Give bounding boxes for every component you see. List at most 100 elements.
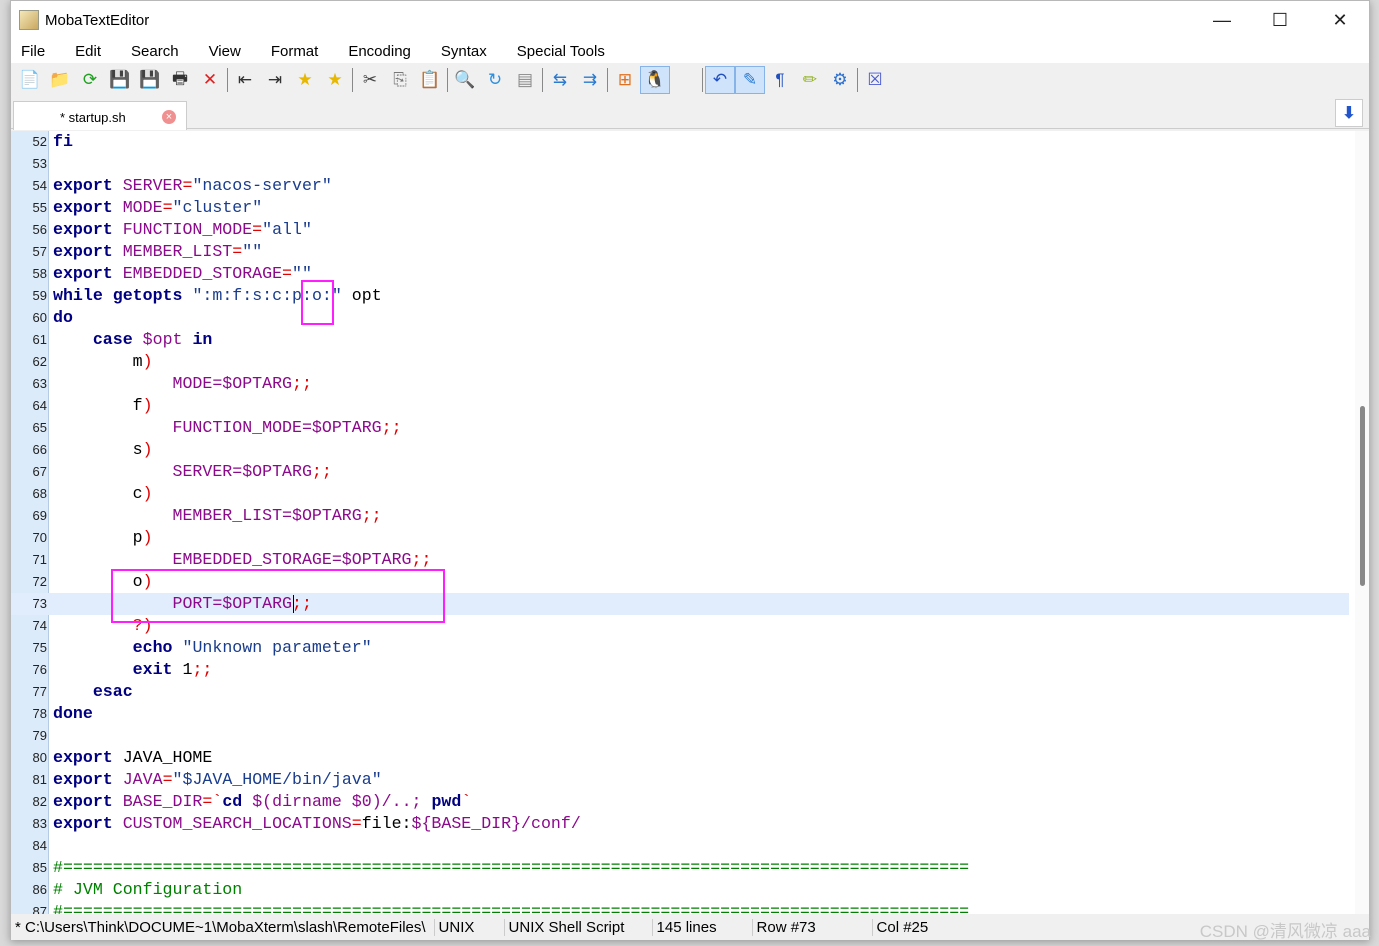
mac-format-icon[interactable] [670, 66, 700, 94]
menu-syntax[interactable]: Syntax [431, 43, 487, 60]
settings-icon[interactable]: ⚙ [825, 66, 855, 94]
menu-file[interactable]: File [11, 43, 45, 60]
code-token: getopts [112, 286, 183, 305]
menu-special-tools[interactable]: Special Tools [507, 43, 605, 60]
code-line: 59 while getopts ":m:f:s:c:p:o:" opt [11, 285, 1349, 307]
toolbar-separator [702, 68, 703, 92]
code-token: MODE [122, 198, 163, 217]
code-token: SERVER=$OPTARG [172, 462, 312, 481]
new-file-icon[interactable]: 📄 [15, 66, 45, 94]
windows-format-icon[interactable]: ⊞ [610, 66, 640, 94]
indent-icon[interactable]: ⇥ [260, 66, 290, 94]
line-number: 70 [32, 530, 47, 545]
minimize-button[interactable]: — [1193, 5, 1251, 35]
code-token: opt [341, 286, 382, 305]
merge-icon[interactable]: ⇉ [575, 66, 605, 94]
maximize-button[interactable]: ☐ [1251, 5, 1309, 35]
code-token: = [182, 176, 193, 195]
code-line: 81 export JAVA="$JAVA_HOME/bin/java" [11, 769, 1349, 791]
close-icon[interactable]: ✕ [195, 66, 225, 94]
save-icon[interactable]: 💾 [105, 66, 135, 94]
code-line: 69 MEMBER_LIST=$OPTARG;; [11, 505, 1349, 527]
code-token: MODE=$OPTARG [172, 374, 293, 393]
code-token: = [162, 770, 173, 789]
line-number: 62 [32, 354, 47, 369]
vertical-scrollbar[interactable] [1355, 131, 1369, 914]
code-line: 66 s) [11, 439, 1349, 461]
code-line: 63 MODE=$OPTARG;; [11, 373, 1349, 395]
undo-icon[interactable]: ↶ [705, 66, 735, 94]
toolbar-separator [352, 68, 353, 92]
line-number: 71 [32, 552, 47, 567]
highlight-icon[interactable]: ✏ [795, 66, 825, 94]
code-token: "nacos-server" [192, 176, 332, 195]
code-token: FUNCTION_MODE=$OPTARG [172, 418, 382, 437]
open-icon[interactable]: 📁 [45, 66, 75, 94]
status-bar: * C:\Users\Think\DOCUME~1\MobaXterm\slas… [11, 914, 1369, 940]
line-number: 69 [32, 508, 47, 523]
unix-format-icon[interactable]: 🐧 [640, 66, 670, 94]
code-editor[interactable]: 52 fi 53 54 export SERVER="nacos-server" 55 ex… [11, 131, 1369, 914]
code-token: export [53, 176, 113, 195]
code-token: = [232, 242, 243, 261]
menu-encoding[interactable]: Encoding [338, 43, 411, 60]
refresh-icon[interactable]: ⟳ [75, 66, 105, 94]
menu-view[interactable]: View [199, 43, 241, 60]
tab-close-icon[interactable]: × [162, 110, 176, 124]
menu-search[interactable]: Search [121, 43, 179, 60]
code-token: ;; [381, 418, 402, 437]
find-icon[interactable]: 🔍 [450, 66, 480, 94]
code-token: = [162, 198, 173, 217]
menu-edit[interactable]: Edit [65, 43, 101, 60]
code-line: 60 do [11, 307, 1349, 329]
exit-icon[interactable]: ☒ [860, 66, 890, 94]
line-code: export MODE="cluster" [53, 197, 262, 219]
tab-startup-sh[interactable]: * startup.sh × [13, 101, 187, 130]
code-token: #=======================================… [53, 902, 970, 914]
goto-icon[interactable]: ▤ [510, 66, 540, 94]
replace-icon[interactable]: ↻ [480, 66, 510, 94]
line-code: export FUNCTION_MODE="all" [53, 219, 312, 241]
line-code: fi [53, 131, 73, 153]
pilcrow-icon[interactable]: ¶ [765, 66, 795, 94]
line-code: export JAVA="$JAVA_HOME/bin/java" [53, 769, 382, 791]
scrollbar-thumb[interactable] [1360, 406, 1365, 586]
compare-icon[interactable]: ⇆ [545, 66, 575, 94]
menu-format[interactable]: Format [261, 43, 319, 60]
code-line: 53 [11, 153, 1349, 175]
edit-mode-icon[interactable]: ✎ [735, 66, 765, 94]
copy-icon[interactable]: ⎘ [385, 66, 415, 94]
line-code: do [53, 307, 73, 329]
line-number: 66 [32, 442, 47, 457]
save-as-icon[interactable]: 💾 [135, 66, 165, 94]
paste-icon[interactable]: 📋 [415, 66, 445, 94]
code-token: ${BASE_DIR}/conf/ [411, 814, 581, 833]
bookmark-icon[interactable]: ★ [290, 66, 320, 94]
cut-icon[interactable]: ✂ [355, 66, 385, 94]
outdent-icon[interactable]: ⇤ [230, 66, 260, 94]
code-token: FUNCTION_MODE [122, 220, 253, 239]
code-line: 85 #=====================================… [11, 857, 1349, 879]
download-arrow-icon[interactable]: ⬇ [1335, 99, 1363, 127]
code-token: ;; [361, 506, 382, 525]
close-button[interactable]: ✕ [1311, 5, 1369, 35]
next-bookmark-icon[interactable]: ★ [320, 66, 350, 94]
code-token: ;; [192, 660, 213, 679]
line-number: 77 [32, 684, 47, 699]
code-token: export [53, 198, 113, 217]
code-line: 80 export JAVA_HOME [11, 747, 1349, 769]
print-icon[interactable]: 🖶 [165, 66, 195, 94]
line-code: #=======================================… [53, 901, 969, 914]
